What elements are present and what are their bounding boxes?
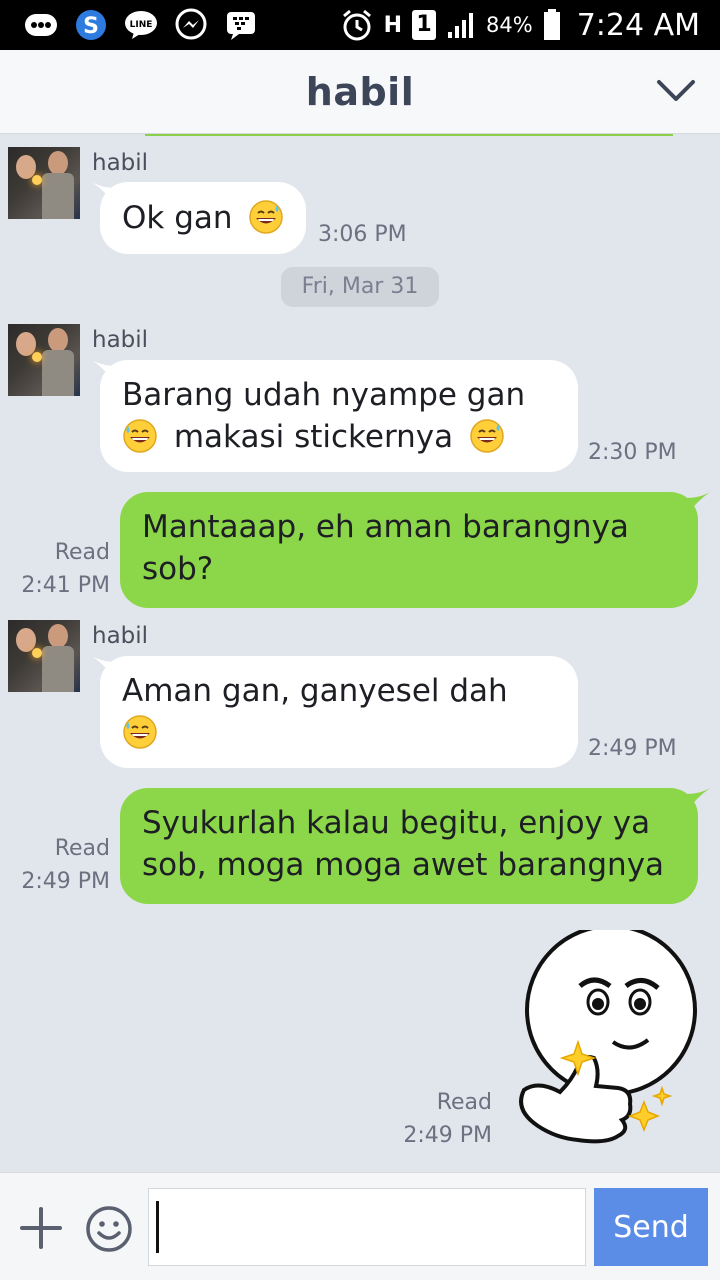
previous-message-edge	[145, 134, 673, 136]
message-list[interactable]: habil Ok gan 3:06 PM Fri, Mar 31 habil B…	[0, 134, 720, 1172]
avatar[interactable]	[8, 324, 80, 396]
message-text-line: Aman gan, ganyesel dah	[122, 673, 508, 709]
network-h-icon: H	[383, 12, 402, 38]
read-label: Read	[436, 1090, 492, 1115]
message-time: 2:49 PM	[403, 1123, 492, 1148]
message-text: makasi stickernya	[173, 419, 454, 455]
message-time: 3:06 PM	[318, 222, 407, 247]
svg-text:S: S	[83, 14, 99, 39]
message-text-line: Mantaaap, eh aman barangnya	[142, 509, 629, 545]
message-time: 2:49 PM	[21, 869, 110, 894]
message-read-status: Read 2:41 PM	[10, 536, 110, 602]
chevron-down-icon[interactable]	[656, 76, 696, 106]
message-text-line: sob?	[142, 551, 214, 587]
outgoing-message[interactable]: Syukurlah kalau begitu, enjoy ya sob, mo…	[120, 788, 698, 904]
grinning-sweat-emoji-icon	[249, 199, 284, 234]
send-button[interactable]: Send	[594, 1188, 708, 1266]
grinning-sweat-emoji-icon	[470, 418, 504, 453]
message-text-line: sob, moga moga awet barangnya	[142, 847, 665, 883]
message-time: 2:41 PM	[21, 573, 110, 598]
outgoing-message[interactable]: Mantaaap, eh aman barangnya sob?	[120, 492, 698, 608]
messenger-dots-icon	[22, 6, 60, 44]
chat-title[interactable]: habil	[0, 70, 720, 114]
sender-name: habil	[92, 623, 149, 649]
thumbs-up-sticker[interactable]	[508, 930, 708, 1160]
message-input-bar: Send	[0, 1172, 720, 1280]
bbm-icon	[222, 6, 260, 44]
svg-text:LINE: LINE	[130, 20, 153, 30]
sender-name: habil	[92, 327, 149, 353]
plus-icon[interactable]	[18, 1205, 64, 1251]
avatar[interactable]	[8, 147, 80, 219]
message-text-line: Barang udah nyampe gan	[122, 377, 526, 413]
grinning-sweat-emoji-icon	[123, 418, 157, 453]
line-icon: LINE	[122, 6, 160, 44]
clock: 7:24 AM	[576, 7, 700, 43]
incoming-message[interactable]: Barang udah nyampe gan makasi stickernya	[100, 360, 578, 472]
smiley-icon[interactable]	[84, 1204, 134, 1254]
sim-1-icon: 1	[412, 10, 436, 40]
message-text: Ok gan	[122, 200, 233, 236]
grinning-sweat-emoji-icon	[123, 714, 157, 749]
message-input[interactable]	[148, 1188, 586, 1266]
system-indicators: H 1 84% 7:24 AM	[340, 0, 700, 50]
message-text-line	[122, 712, 556, 754]
incoming-message[interactable]: Aman gan, ganyesel dah	[100, 656, 578, 768]
message-read-status: Read 2:49 PM	[10, 832, 110, 898]
battery-percent: 84%	[486, 13, 533, 37]
avatar[interactable]	[8, 620, 80, 692]
status-bar: S LINE H 1 84% 7:24 AM	[0, 0, 720, 50]
incoming-message[interactable]: Ok gan	[100, 182, 307, 254]
date-divider: Fri, Mar 31	[281, 267, 439, 307]
read-label: Read	[54, 836, 110, 861]
skype-icon: S	[72, 6, 110, 44]
signal-icon	[448, 13, 473, 38]
sender-name: habil	[92, 150, 149, 176]
message-text-line: makasi stickernya	[122, 416, 556, 458]
message-text-line: Syukurlah kalau begitu, enjoy ya	[142, 805, 651, 841]
facebook-messenger-icon	[172, 6, 210, 44]
bubble-tail	[686, 788, 710, 812]
alarm-icon	[342, 9, 371, 41]
message-time: 2:49 PM	[588, 736, 677, 761]
battery-icon	[543, 9, 560, 40]
message-read-status: Read 2:49 PM	[392, 1086, 492, 1152]
notification-icons: S LINE	[22, 6, 260, 44]
text-cursor	[156, 1201, 159, 1253]
bubble-tail	[686, 492, 710, 516]
chat-header: habil	[0, 50, 720, 134]
message-time: 2:30 PM	[588, 440, 677, 465]
read-label: Read	[54, 540, 110, 565]
